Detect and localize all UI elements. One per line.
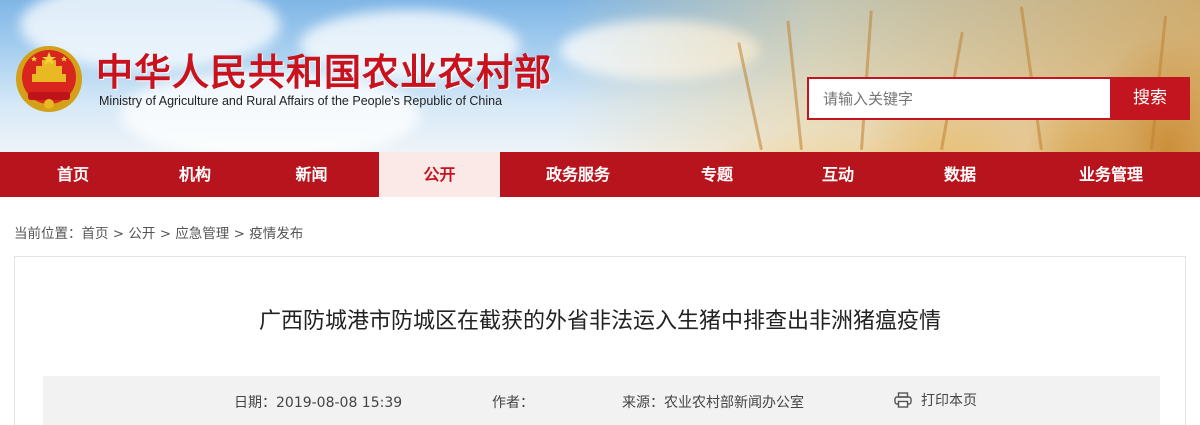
breadcrumb: 当前位置：首页 > 公开 > 应急管理 > 疫情发布 [14, 222, 303, 242]
source-label: 来源： [622, 395, 664, 411]
breadcrumb-home[interactable]: 首页 [82, 226, 109, 242]
article-author: 作者： [492, 392, 534, 412]
nav-item-disclosure[interactable]: 公开 [379, 152, 500, 197]
print-page-button[interactable]: 打印本页 [894, 390, 977, 410]
search-button[interactable]: 搜索 [1110, 77, 1190, 120]
nav-item-government-services[interactable]: 政务服务 [500, 152, 656, 197]
breadcrumb-disclosure[interactable]: 公开 [128, 226, 155, 242]
article-source: 来源：农业农村部新闻办公室 [622, 392, 804, 412]
main-nav: 首页 机构 新闻 公开 政务服务 专题 互动 数据 业务管理 [0, 152, 1200, 197]
breadcrumb-epidemic-release[interactable]: 疫情发布 [249, 226, 303, 242]
author-label: 作者： [492, 395, 534, 411]
nav-item-news[interactable]: 新闻 [244, 152, 379, 197]
wheat-field-decoration [560, 0, 1200, 152]
article-date: 日期：2019-08-08 15:39 [234, 392, 402, 412]
breadcrumb-separator: > [229, 226, 250, 242]
site-title-en: Ministry of Agriculture and Rural Affair… [99, 94, 503, 108]
nav-item-interaction[interactable]: 互动 [778, 152, 898, 197]
nav-item-data[interactable]: 数据 [898, 152, 1022, 197]
national-emblem-icon [16, 46, 82, 112]
search-input[interactable] [807, 77, 1110, 120]
printer-icon [894, 392, 912, 408]
nav-item-business-management[interactable]: 业务管理 [1022, 152, 1200, 197]
source-value: 农业农村部新闻办公室 [664, 395, 804, 411]
date-value: 2019-08-08 15:39 [276, 395, 403, 411]
breadcrumb-emergency-management[interactable]: 应急管理 [175, 226, 229, 242]
nav-item-home[interactable]: 首页 [0, 152, 146, 197]
article-meta-bar [43, 376, 1160, 425]
date-label: 日期： [234, 395, 276, 411]
breadcrumb-separator: > [155, 226, 176, 242]
site-title-cn: 中华人民共和国农业农村部 [96, 50, 552, 94]
nav-item-organization[interactable]: 机构 [146, 152, 244, 197]
nav-item-topics[interactable]: 专题 [656, 152, 778, 197]
print-label: 打印本页 [921, 393, 977, 409]
breadcrumb-prefix: 当前位置： [14, 226, 82, 242]
breadcrumb-separator: > [108, 226, 129, 242]
article-title: 广西防城港市防城区在截获的外省非法运入生猪中排查出非洲猪瘟疫情 [258, 309, 941, 334]
